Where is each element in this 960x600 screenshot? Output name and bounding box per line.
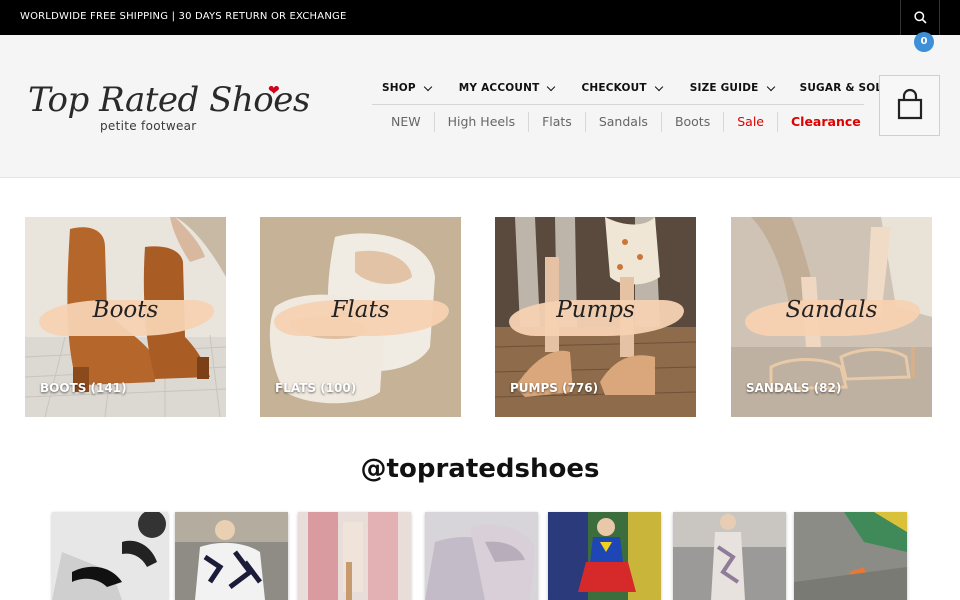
instagram-post[interactable]	[425, 512, 538, 600]
subnav-sandals[interactable]: Sandals	[586, 112, 662, 132]
category-script-title: Sandals	[785, 297, 878, 323]
instagram-post[interactable]	[298, 512, 411, 600]
category-count: SANDALS (82)	[746, 381, 842, 395]
category-links: NEW High Heels Flats Sandals Boots Sale …	[380, 112, 874, 132]
announcement-bar: WORLDWIDE FREE SHIPPING | 30 DAYS RETURN…	[0, 0, 960, 35]
site-header: Top Rated Shoes ❤ petite footwear SHOP M…	[0, 35, 960, 178]
category-count: PUMPS (776)	[510, 381, 599, 395]
category-boots[interactable]: Boots BOOTS (141)	[25, 217, 226, 417]
main-navigation: SHOP MY ACCOUNT CHECKOUT SIZE GUIDE SUGA…	[372, 75, 890, 105]
nav-size-guide-label: SIZE GUIDE	[689, 82, 759, 94]
nav-my-account-label: MY ACCOUNT	[458, 82, 540, 94]
category-count: BOOTS (141)	[40, 381, 127, 395]
instagram-photo	[794, 512, 907, 600]
subnav-new[interactable]: NEW	[380, 112, 435, 132]
instagram-post[interactable]	[548, 512, 661, 600]
category-script-title: Boots	[92, 297, 159, 323]
cart-button[interactable]	[879, 75, 940, 136]
search-button[interactable]	[900, 0, 940, 35]
nav-sugar-sole[interactable]: SUGAR & SOLE	[800, 75, 890, 101]
instagram-photo	[673, 512, 786, 600]
instagram-post[interactable]	[673, 512, 786, 600]
nav-checkout-label: CHECKOUT	[581, 82, 647, 94]
nav-size-guide[interactable]: SIZE GUIDE	[689, 75, 775, 101]
cart-count-badge: 0	[914, 32, 934, 52]
nav-checkout[interactable]: CHECKOUT	[581, 75, 663, 101]
instagram-photo	[298, 512, 411, 600]
nav-shop[interactable]: SHOP	[382, 75, 433, 101]
subnav-flats[interactable]: Flats	[529, 112, 586, 132]
search-icon	[913, 11, 927, 24]
category-flats[interactable]: Flats FLATS (100)	[260, 217, 461, 417]
instagram-photo	[548, 512, 661, 600]
subnav-high-heels[interactable]: High Heels	[435, 112, 530, 132]
instagram-post[interactable]	[175, 512, 288, 600]
instagram-post[interactable]	[52, 512, 168, 600]
shipping-notice: WORLDWIDE FREE SHIPPING | 30 DAYS RETURN…	[20, 11, 347, 22]
instagram-photo	[425, 512, 538, 600]
instagram-photo	[52, 512, 168, 600]
heart-icon: ❤	[268, 82, 280, 98]
chevron-down-icon	[766, 82, 775, 91]
category-sandals[interactable]: Sandals SANDALS (82)	[731, 217, 932, 417]
nav-my-account[interactable]: MY ACCOUNT	[458, 75, 556, 101]
shopping-bag-icon	[897, 88, 923, 120]
chevron-down-icon	[423, 82, 433, 91]
nav-shop-label: SHOP	[382, 82, 416, 94]
category-count: FLATS (100)	[275, 381, 357, 395]
subnav-sale[interactable]: Sale	[724, 112, 778, 132]
site-logo[interactable]: Top Rated Shoes ❤ petite footwear	[28, 80, 310, 140]
chevron-down-icon	[547, 82, 556, 91]
instagram-photo	[175, 512, 288, 600]
instagram-post[interactable]	[794, 512, 907, 600]
subnav-boots[interactable]: Boots	[662, 112, 725, 132]
category-script-title: Pumps	[556, 297, 635, 323]
instagram-handle[interactable]: @topratedshoes	[0, 454, 960, 484]
category-pumps[interactable]: Pumps PUMPS (776)	[495, 217, 696, 417]
nav-sugar-sole-label: SUGAR & SOLE	[799, 82, 890, 94]
chevron-down-icon	[654, 82, 663, 91]
category-script-title: Flats	[331, 297, 390, 323]
subnav-clearance[interactable]: Clearance	[778, 112, 874, 132]
logo-subtitle: petite footwear	[100, 119, 197, 133]
